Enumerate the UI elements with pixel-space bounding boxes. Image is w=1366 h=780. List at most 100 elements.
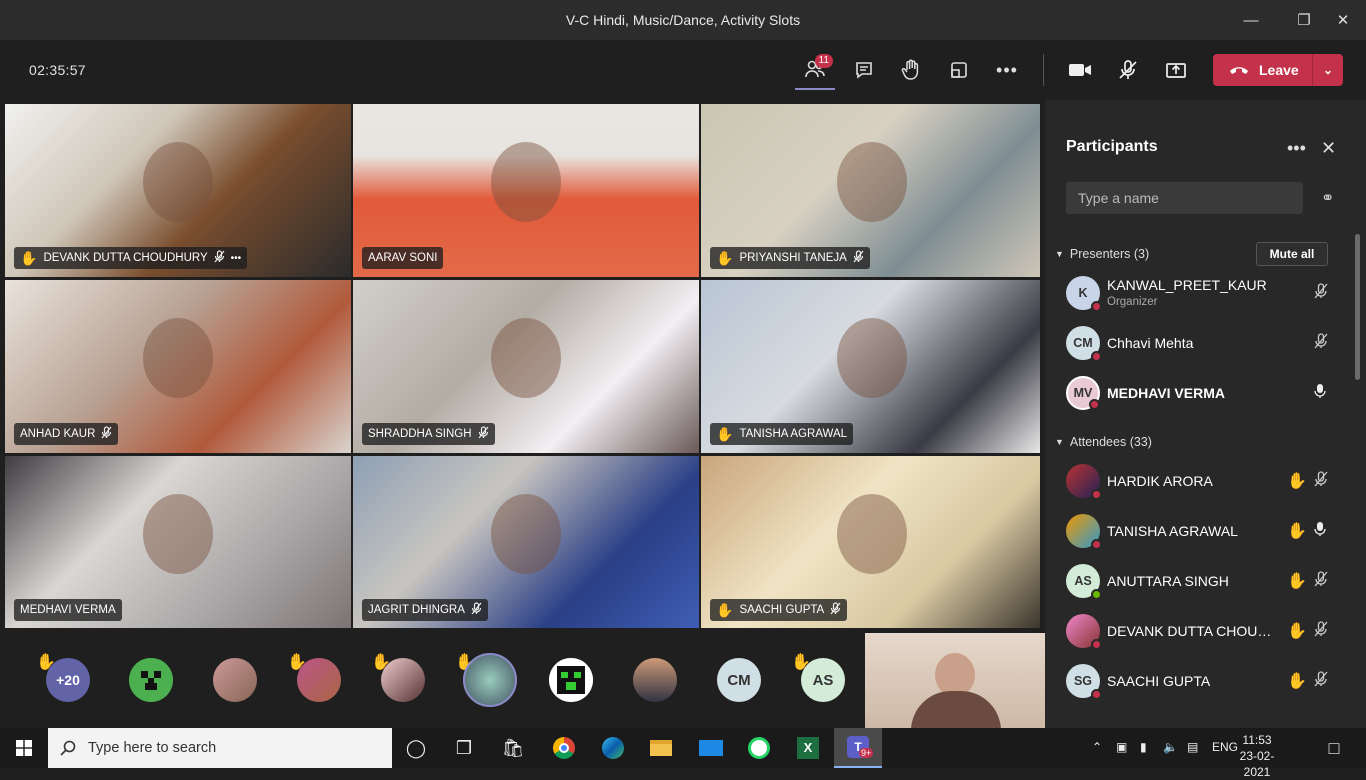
raised-hand-icon: ✋ [1287,523,1307,540]
video-tile[interactable]: JAGRIT DHINGRA [353,456,699,629]
participant-row[interactable]: TANISHA AGRAWAL ✋ [1045,506,1353,556]
person-silhouette [491,318,562,399]
notifications-icon[interactable]: □ [1310,728,1358,768]
more-icon[interactable]: ••• [231,253,242,264]
video-tile[interactable]: ✋ SAACHI GUPTA [701,456,1040,629]
avatar-initials[interactable]: CM [717,658,761,702]
video-tile[interactable]: ✋ PRIYANSHI TANEJA [701,104,1040,277]
tray-chevron-icon[interactable]: ⌃ [1092,740,1102,754]
video-tile[interactable]: ✋ TANISHA AGRAWAL [701,280,1040,453]
mute-all-button[interactable]: Mute all [1256,242,1328,266]
participant-avatar: MV [1066,376,1100,410]
close-window-icon[interactable]: ✕ [1320,0,1366,40]
leave-main[interactable]: Leave [1213,54,1313,86]
mic-muted-icon[interactable] [1313,621,1329,641]
mic-muted-icon[interactable] [1313,671,1329,691]
whatsapp-icon[interactable] [735,728,783,768]
camera-button[interactable] [1060,50,1100,90]
participant-name-label: AARAV SONI [362,247,444,269]
person-silhouette [491,494,562,575]
share-button[interactable] [1156,50,1196,90]
leave-button[interactable]: Leave ⌄ [1213,54,1343,86]
attendees-header[interactable]: ▼ Attendees (33) [1055,435,1152,449]
avatar-initials[interactable]: AS [801,658,845,702]
share-icon [1166,63,1186,78]
chrome-icon[interactable] [540,728,588,768]
avatar[interactable] [549,658,593,702]
participant-name-label: MEDHAVI VERMA [14,599,122,621]
participant-row[interactable]: SG SAACHI GUPTA ✋ [1045,656,1353,706]
avatar[interactable] [381,658,425,702]
chat-button[interactable] [844,50,884,90]
participant-row[interactable]: AS ANUTTARA SINGH ✋ [1045,556,1353,606]
windows-start-icon[interactable] [0,728,48,768]
minimize-icon[interactable]: — [1228,0,1274,40]
participant-avatar [1066,614,1102,650]
video-tile[interactable]: AARAV SONI [353,104,699,277]
participant-row[interactable]: DEVANK DUTTA CHOUD... ✋ [1045,606,1353,656]
edge-icon[interactable] [589,728,637,768]
panel-more-icon[interactable]: ••• [1287,138,1306,159]
battery-icon[interactable]: ▮ [1140,740,1147,754]
avatar[interactable] [129,658,173,702]
participant-avatar: SG [1066,664,1102,700]
panel-scrollbar[interactable] [1355,234,1360,380]
avatar[interactable] [213,658,257,702]
mic-icon[interactable] [1313,521,1327,541]
avatar[interactable] [297,658,341,702]
participant-role: Organizer [1107,296,1158,308]
participant-row[interactable]: MV MEDHAVI VERMA [1045,368,1353,418]
avatar-speaking[interactable] [463,653,517,707]
participant-name: DEVANK DUTTA CHOUD... [1107,623,1277,639]
participant-row[interactable]: CM Chhavi Mehta [1045,318,1353,368]
task-view-icon[interactable]: ❐ [440,728,488,768]
presence-status-icon [1089,399,1100,410]
mic-muted-icon [853,250,864,266]
volume-icon[interactable]: 🔈 [1163,740,1178,754]
mic-button[interactable] [1108,50,1148,90]
participant-name: MEDHAVI VERMA [1107,385,1225,401]
mail-icon[interactable] [687,728,735,768]
rooms-button[interactable] [939,50,979,90]
excel-icon[interactable]: X [784,728,832,768]
raise-hand-button[interactable] [891,50,931,90]
mic-muted-icon[interactable] [1313,571,1329,591]
mic-muted-icon [478,426,489,442]
link-icon[interactable]: ⚭ [1321,188,1334,208]
raised-hand-icon: ✋ [1287,673,1307,690]
file-explorer-icon[interactable] [637,728,685,768]
participants-button[interactable]: 11 [795,50,835,90]
meet-now-icon[interactable]: ▣ [1116,740,1127,754]
presenters-header[interactable]: ▼ Presenters (3) [1055,247,1149,261]
video-tile[interactable]: ANHAD KAUR [5,280,351,453]
video-tile[interactable]: MEDHAVI VERMA [5,456,351,629]
close-icon[interactable]: ✕ [1321,138,1336,159]
system-clock[interactable]: 11:53 23-02-2021 [1232,732,1282,780]
store-icon[interactable]: 🛍 [489,728,537,768]
chevron-down-icon[interactable]: ⌄ [1313,63,1343,77]
mic-muted-icon[interactable] [1313,283,1329,303]
video-grid: ✋ DEVANK DUTTA CHOUDHURY ••• AARAV SONI ✋ PRI… [5,104,1042,629]
mic-muted-icon[interactable] [1313,333,1329,353]
participant-name: SAACHI GUPTA [739,604,825,616]
mic-muted-icon[interactable] [1313,471,1329,491]
taskbar-search[interactable]: Type here to search [48,728,392,768]
mic-icon[interactable] [1313,383,1327,403]
self-video-preview[interactable] [865,633,1045,728]
participant-name: ANHAD KAUR [20,428,96,440]
participant-search-input[interactable] [1066,182,1303,214]
avatar[interactable] [633,658,677,702]
more-participants-button[interactable]: +20 [46,658,90,702]
raised-hand-icon: ✋ [1287,573,1307,590]
more-actions-button[interactable]: ••• [987,50,1027,90]
video-tile[interactable]: ✋ DEVANK DUTTA CHOUDHURY ••• [5,104,351,277]
participant-row[interactable]: K KANWAL_PREET_KAUR Organizer [1045,268,1353,318]
participant-row[interactable]: HARDIK ARORA ✋ [1045,456,1353,506]
teams-taskbar-icon[interactable]: T 9+ [834,728,882,768]
participant-avatar: K [1066,276,1102,312]
pixel-avatar-icon [549,658,593,702]
video-tile[interactable]: SHRADDHA SINGH [353,280,699,453]
network-icon[interactable]: ▤ [1187,740,1198,754]
toolbar-divider [1043,54,1044,86]
cortana-icon[interactable]: ◯ [392,728,440,768]
